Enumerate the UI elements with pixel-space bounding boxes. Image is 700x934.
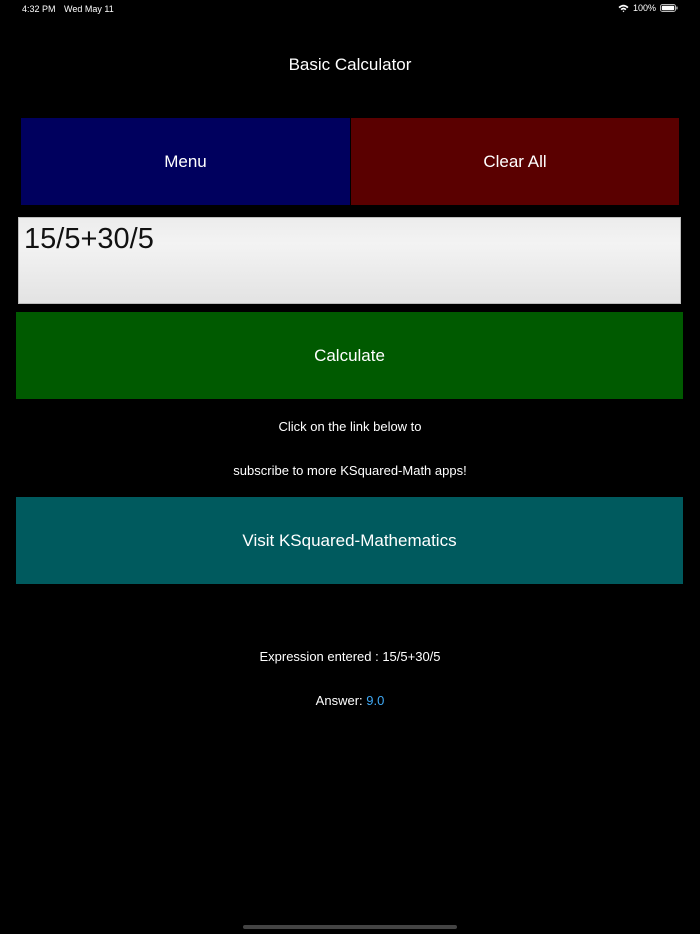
- page-title: Basic Calculator: [288, 55, 412, 74]
- menu-button-label: Menu: [164, 151, 207, 171]
- status-right: 100%: [618, 3, 678, 13]
- wifi-icon: [618, 4, 629, 13]
- calculate-button-label: Calculate: [314, 345, 385, 365]
- clear-all-button-label: Clear All: [483, 151, 547, 171]
- info-line-2: subscribe to more KSquared-Math apps!: [233, 463, 467, 478]
- answer-label: Answer:: [315, 693, 367, 708]
- info-line-1: Click on the link below to: [278, 419, 422, 434]
- menu-button[interactable]: Menu: [21, 118, 350, 205]
- app-screen: 4:32 PM Wed May 11 100% Basic Calculator…: [0, 0, 700, 934]
- expression-input[interactable]: 15/5+30/5: [18, 217, 681, 304]
- status-date: Wed May 11: [64, 4, 114, 14]
- answer-line: Answer: 9.0: [0, 693, 700, 708]
- status-bar: 4:32 PM Wed May 11 100%: [0, 0, 700, 18]
- expression-entered-text: Expression entered : 15/5+30/5: [259, 649, 441, 664]
- status-left: 4:32 PM Wed May 11: [22, 4, 114, 14]
- battery-icon: [660, 4, 678, 12]
- home-indicator[interactable]: [243, 925, 457, 929]
- clear-all-button[interactable]: Clear All: [351, 118, 679, 205]
- visit-button-label: Visit KSquared-Mathematics: [242, 530, 457, 550]
- answer-value: 9.0: [366, 693, 385, 708]
- visit-ksquared-button[interactable]: Visit KSquared-Mathematics: [16, 497, 683, 584]
- calculate-button[interactable]: Calculate: [16, 312, 683, 399]
- status-time: 4:32 PM: [22, 4, 56, 14]
- battery-percent: 100%: [632, 3, 656, 13]
